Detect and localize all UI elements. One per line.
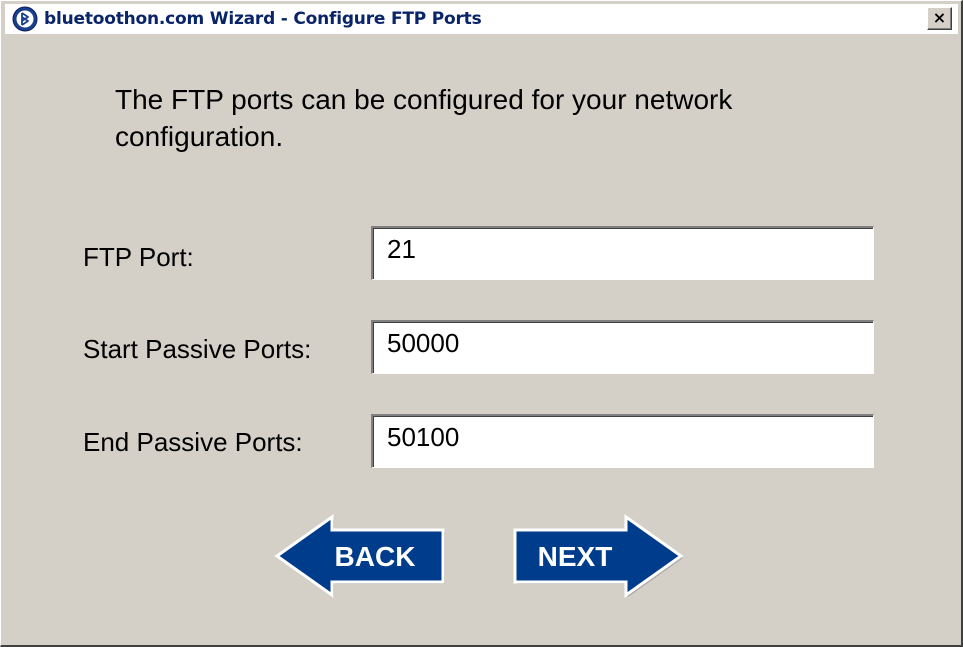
next-button-label: NEXT — [538, 541, 613, 572]
ftp-port-label: FTP Port: — [83, 242, 194, 272]
back-button[interactable]: BACK — [274, 513, 446, 599]
start-passive-ports-input[interactable] — [371, 320, 874, 374]
end-passive-ports-input[interactable] — [371, 414, 874, 468]
wizard-window: bluetoothon.com Wizard - Configure FTP P… — [0, 0, 963, 647]
start-passive-ports-label: Start Passive Ports: — [83, 334, 312, 364]
next-button[interactable]: NEXT — [512, 513, 684, 599]
end-passive-ports-label: End Passive Ports: — [83, 427, 303, 457]
ftp-port-input[interactable] — [371, 226, 874, 280]
bluetooth-logo-icon — [12, 6, 38, 32]
title-bar[interactable]: bluetoothon.com Wizard - Configure FTP P… — [5, 4, 958, 34]
intro-text: The FTP ports can be configured for your… — [115, 84, 733, 152]
window-title: bluetoothon.com Wizard - Configure FTP P… — [44, 9, 482, 29]
close-button[interactable]: × — [927, 7, 952, 30]
back-button-label: BACK — [335, 541, 416, 572]
